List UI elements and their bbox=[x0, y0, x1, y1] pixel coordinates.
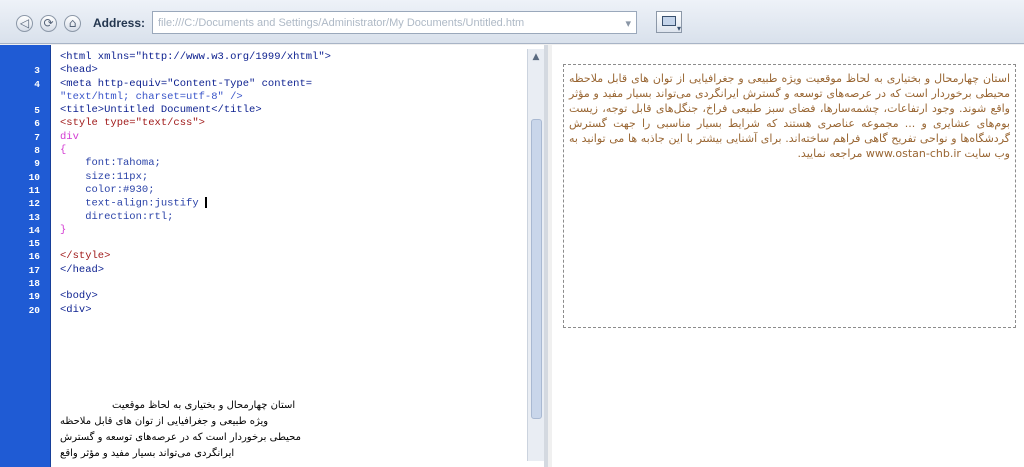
line-number: 7 bbox=[34, 131, 40, 143]
code-line[interactable]: color:#930; bbox=[60, 184, 525, 197]
line-number: 10 bbox=[28, 171, 40, 183]
refresh-icon[interactable]: ⟳ bbox=[40, 15, 57, 32]
back-icon[interactable]: ◁ bbox=[16, 15, 33, 32]
line-number: 15 bbox=[28, 238, 40, 250]
line-number: 3 bbox=[34, 65, 40, 77]
code-line[interactable]: <title>Untitled Document</title> bbox=[60, 104, 525, 117]
code-body-line[interactable]: محیطی برخوردار است که در عرصه‌های توسعه … bbox=[60, 430, 525, 446]
code-line[interactable]: text-align:justify bbox=[60, 197, 525, 210]
line-number bbox=[0, 91, 40, 104]
code-line[interactable]: <div> bbox=[60, 304, 525, 317]
code-line[interactable]: <meta http-equiv="Content-Type" content= bbox=[60, 78, 525, 91]
code-line[interactable]: div bbox=[60, 131, 525, 144]
line-number: 18 bbox=[28, 278, 40, 290]
line-number: 14 bbox=[28, 224, 40, 236]
line-number: 20 bbox=[28, 304, 40, 316]
code-line[interactable] bbox=[60, 237, 525, 250]
code-line[interactable]: { bbox=[60, 144, 525, 157]
code-line[interactable]: size:11px; bbox=[60, 171, 525, 184]
line-number: 5 bbox=[34, 105, 40, 117]
line-number: 9 bbox=[34, 158, 40, 170]
line-number: 11 bbox=[28, 184, 40, 196]
code-view[interactable]: 3 4 5 6 7 8 9 10 11 12 13 14 15 16 17 18 19 20 <html xmln… bbox=[0, 45, 548, 467]
code-body-line[interactable]: ایرانگردی می‌تواند بسیار مفید و مؤثر واق… bbox=[60, 446, 525, 462]
text-caret bbox=[204, 197, 207, 209]
line-numbers: 3 4 5 6 7 8 9 10 11 12 13 14 15 16 17 18 19 20 bbox=[0, 51, 40, 317]
code-line[interactable]: <head> bbox=[60, 64, 525, 77]
preview-screen-icon bbox=[662, 16, 676, 26]
scroll-thumb[interactable] bbox=[531, 119, 542, 419]
line-number: 6 bbox=[34, 118, 40, 130]
code-line[interactable]: </style> bbox=[60, 250, 525, 263]
line-number: 8 bbox=[34, 145, 40, 157]
code-line[interactable] bbox=[60, 277, 525, 290]
code-lines[interactable]: <html xmlns="http://www.w3.org/1999/xhtm… bbox=[60, 51, 525, 317]
line-number: 13 bbox=[28, 211, 40, 223]
line-number: 12 bbox=[28, 198, 40, 210]
code-line[interactable]: </head> bbox=[60, 264, 525, 277]
home-icon[interactable]: ⌂ bbox=[64, 15, 81, 32]
design-paragraph[interactable]: استان چهارمحال و بختیاری به لحاظ موقعیت … bbox=[569, 71, 1010, 161]
line-number: 16 bbox=[28, 251, 40, 263]
preview-icon[interactable]: ▾ bbox=[656, 11, 682, 33]
browser-toolbar: ◁ ⟳ ⌂ Address: file:///C:/Documents and … bbox=[0, 0, 1024, 44]
code-line[interactable]: direction:rtl; bbox=[60, 211, 525, 224]
address-dropdown-icon[interactable]: ▾ bbox=[625, 17, 631, 30]
design-view[interactable]: استان چهارمحال و بختیاری به لحاظ موقعیت … bbox=[552, 45, 1024, 467]
code-scrollbar[interactable]: ▲ bbox=[527, 49, 544, 461]
line-number: 19 bbox=[28, 291, 40, 303]
code-line[interactable]: font:Tahoma; bbox=[60, 157, 525, 170]
line-number: 4 bbox=[34, 78, 40, 90]
code-body-line[interactable]: استان چهارمحال و بختیاری به لحاظ موقعیت bbox=[60, 398, 525, 414]
code-line[interactable]: <style type="text/css"> bbox=[60, 117, 525, 130]
code-line[interactable]: } bbox=[60, 224, 525, 237]
line-number-gutter: 3 4 5 6 7 8 9 10 11 12 13 14 15 16 17 18 19 20 bbox=[0, 45, 51, 467]
line-number: 17 bbox=[28, 264, 40, 276]
address-value[interactable]: file:///C:/Documents and Settings/Admini… bbox=[158, 17, 603, 29]
code-body-text[interactable]: استان چهارمحال و بختیاری به لحاظ موقعیت … bbox=[60, 398, 525, 462]
code-body-line[interactable]: ویژه طبیعی و جغرافیایی از توان های قابل … bbox=[60, 414, 525, 430]
address-label: Address: bbox=[93, 16, 146, 30]
address-field[interactable]: file:///C:/Documents and Settings/Admini… bbox=[152, 11, 637, 34]
code-line[interactable]: <body> bbox=[60, 290, 525, 303]
preview-dropdown-icon: ▾ bbox=[677, 24, 682, 33]
code-line[interactable]: "text/html; charset=utf-8" /> bbox=[60, 91, 525, 104]
code-line[interactable]: <html xmlns="http://www.w3.org/1999/xhtm… bbox=[60, 51, 525, 64]
div-element-outline[interactable]: استان چهارمحال و بختیاری به لحاظ موقعیت … bbox=[563, 64, 1016, 328]
scroll-up-icon[interactable]: ▲ bbox=[528, 49, 544, 65]
line-number bbox=[0, 51, 40, 64]
